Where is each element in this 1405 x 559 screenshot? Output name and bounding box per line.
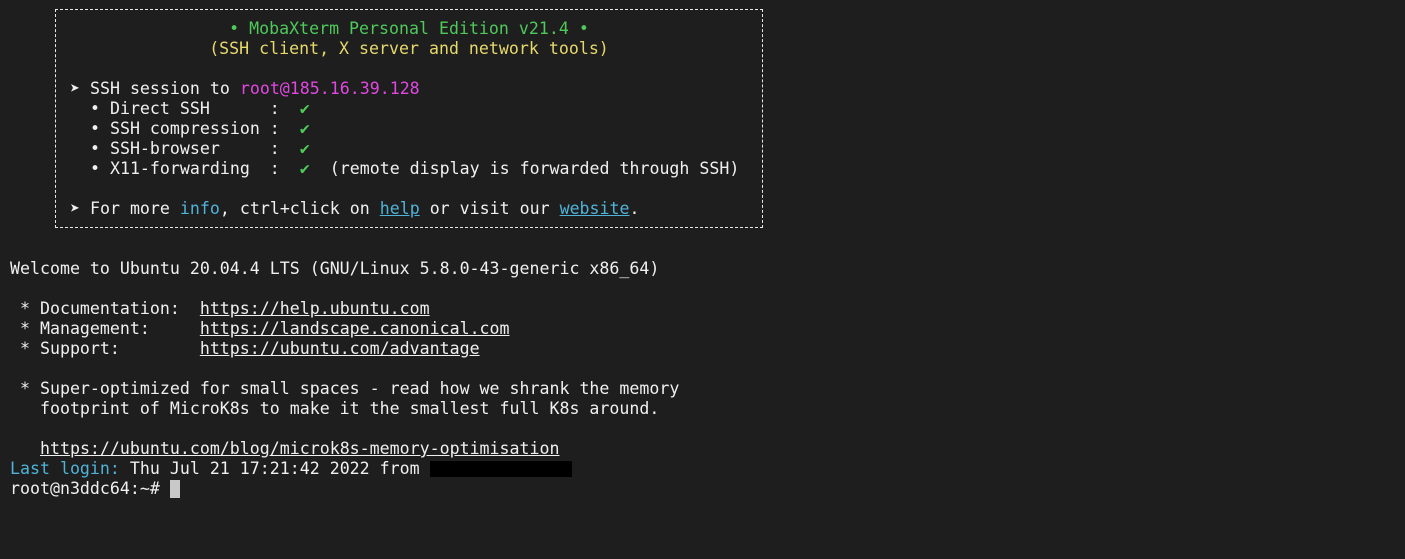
more-prefix: ➤ For more [70,199,180,218]
feature-note: (remote display is forwarded through SSH… [309,159,740,178]
more-end: . [629,199,640,218]
management-label: * Management: [10,319,200,338]
feature-x11-forwarding: • X11-forwarding : ✔ (remote display is … [70,159,739,179]
promo-url-indent [10,439,40,458]
feature-direct-ssh: • Direct SSH : ✔ [70,99,310,119]
promo-line-2: footprint of MicroK8s to make it the sma… [10,399,660,418]
terminal-window[interactable]: • MobaXterm Personal Edition v21.4 • (SS… [0,0,1405,559]
documentation-line: * Documentation: https://help.ubuntu.com [10,299,430,319]
help-link[interactable]: help [380,199,420,218]
more-mid: , ctrl+click on [219,199,380,218]
mobaxterm-banner: • MobaXterm Personal Edition v21.4 • (SS… [55,9,763,228]
feature-label: • X11-forwarding : [70,159,300,178]
feature-label: • Direct SSH : [70,99,300,118]
more-info-line: ➤ For more info, ctrl+click on help or v… [70,199,640,219]
management-link[interactable]: https://landscape.canonical.com [200,319,510,338]
shell-prompt: root@n3ddc64:~# [10,479,170,498]
check-icon: ✔ [299,119,310,138]
support-label: * Support: [10,339,200,358]
check-icon: ✔ [299,99,310,118]
support-link[interactable]: https://ubuntu.com/advantage [200,339,480,358]
support-line: * Support: https://ubuntu.com/advantage [10,339,480,359]
management-line: * Management: https://landscape.canonica… [10,319,510,339]
last-login-line: Last login: Thu Jul 21 17:21:42 2022 fro… [10,459,572,479]
documentation-label: * Documentation: [10,299,200,318]
check-icon: ✔ [299,139,310,158]
ssh-session-line: ➤ SSH session to root@185.16.39.128 [70,79,420,99]
feature-ssh-browser: • SSH-browser : ✔ [70,139,310,159]
more-mid2: or visit our [419,199,560,218]
promo-link[interactable]: https://ubuntu.com/blog/microk8s-memory-… [40,439,560,458]
feature-ssh-compression: • SSH compression : ✔ [70,119,310,139]
banner-title: • MobaXterm Personal Edition v21.4 • [229,19,589,38]
ssh-session-prefix: ➤ SSH session to [70,79,240,98]
feature-label: • SSH compression : [70,119,300,138]
banner-subtitle: (SSH client, X server and network tools) [209,39,609,58]
last-login-details: Thu Jul 21 17:21:42 2022 from [119,459,430,478]
check-icon: ✔ [299,159,310,178]
last-login-label: Last login: [10,459,120,478]
promo-line-1: * Super-optimized for small spaces - rea… [10,379,680,398]
feature-label: • SSH-browser : [70,139,300,158]
prompt-line[interactable]: root@n3ddc64:~# [10,479,180,499]
info-link[interactable]: info [180,199,220,218]
promo-url-line: https://ubuntu.com/blog/microk8s-memory-… [10,439,560,459]
documentation-link[interactable]: https://help.ubuntu.com [200,299,430,318]
text-cursor[interactable] [169,480,180,498]
website-link[interactable]: website [560,199,630,218]
ssh-session-target: root@185.16.39.128 [239,79,420,98]
welcome-line: Welcome to Ubuntu 20.04.4 LTS (GNU/Linux… [10,259,660,278]
redacted-ip-block [429,461,572,477]
